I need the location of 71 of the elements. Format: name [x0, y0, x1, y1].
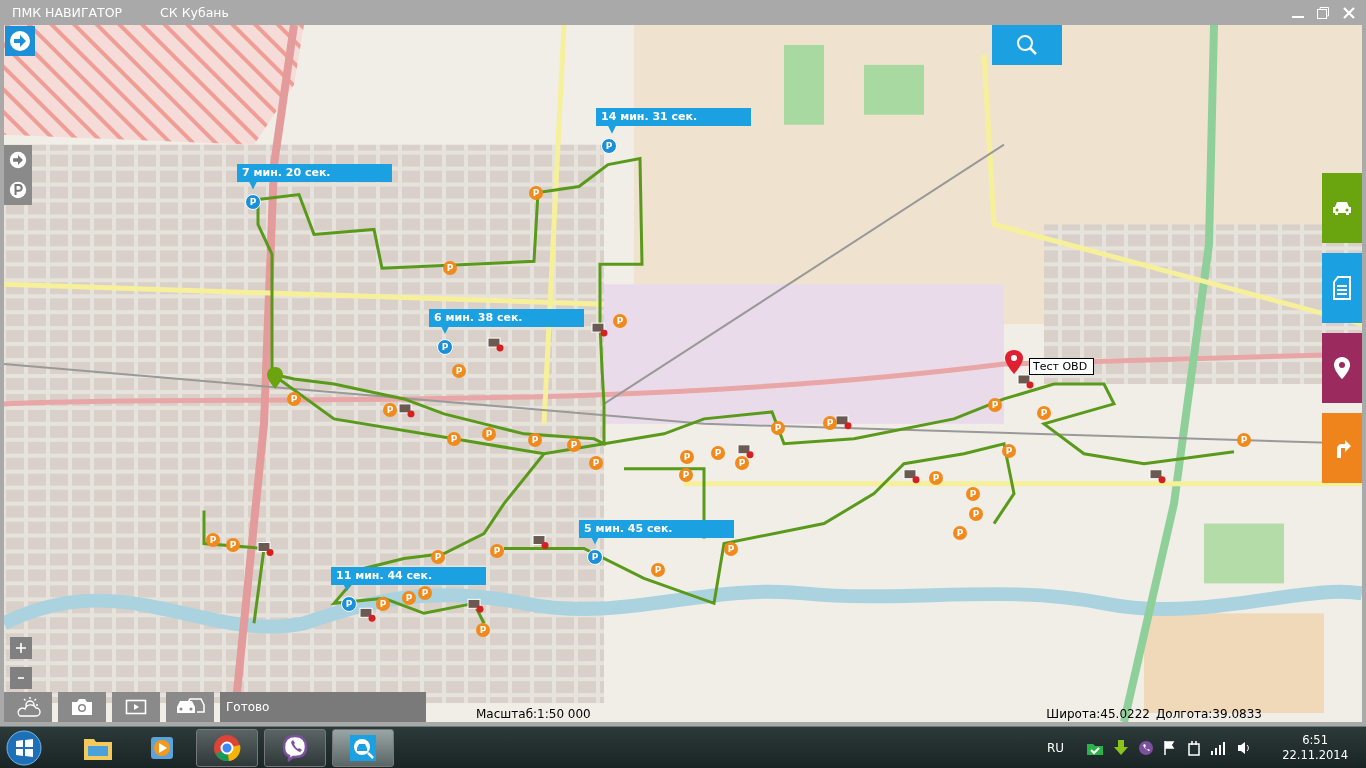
callout-pointer [608, 125, 616, 134]
plus-icon [15, 642, 27, 654]
clock-date[interactable]: 22.11.2014 [1282, 747, 1348, 763]
vehicle-location-pin-icon[interactable] [1005, 350, 1023, 374]
vehicle-icon[interactable] [359, 607, 376, 622]
zoom-in-button[interactable] [10, 637, 32, 659]
map-scale-text: Масштаб:1:50 000 [476, 707, 591, 722]
route-arrow-button[interactable] [9, 151, 27, 169]
vehicle-icon[interactable] [467, 598, 484, 613]
minimize-icon [1292, 15, 1304, 18]
search-button[interactable] [992, 25, 1062, 65]
vehicles-button[interactable] [1322, 173, 1362, 243]
vehicle-icon[interactable] [591, 322, 608, 337]
route-time-label: 14 мин. 31 сек. [596, 108, 751, 126]
phone-bubble-tray-icon[interactable] [1138, 739, 1155, 756]
window-title: ПМК НАВИГАТОР [12, 5, 123, 20]
callout-pointer [249, 181, 257, 190]
latitude-text: Широта:45.0222 [1046, 707, 1150, 721]
camera-button[interactable] [58, 692, 106, 722]
vehicle-icon[interactable] [737, 444, 754, 459]
weather-button[interactable] [4, 692, 52, 722]
download-arrow-icon[interactable] [1112, 738, 1131, 757]
window-subtitle: СК Кубань [160, 5, 229, 20]
vehicle-label: Тест OBD [1029, 358, 1095, 375]
vehicle-icon[interactable] [835, 415, 852, 430]
start-button[interactable] [6, 729, 42, 766]
arrow-circle-icon [9, 30, 31, 52]
route-time-label: 5 мин. 45 сек. [579, 520, 734, 538]
car-search-icon [350, 734, 376, 761]
vehicles-list-button[interactable] [166, 692, 214, 722]
location-button[interactable] [1322, 333, 1362, 403]
vehicle-icon[interactable] [257, 542, 274, 556]
route-time-label: 7 мин. 20 сек. [237, 164, 392, 182]
windows-logo-icon [6, 729, 42, 766]
reports-button[interactable] [1322, 253, 1362, 323]
vehicle-icon[interactable] [1017, 374, 1034, 389]
vehicle-icon[interactable] [487, 337, 504, 352]
car-icon [1331, 200, 1353, 216]
clock-time[interactable]: 6:51 [1302, 732, 1328, 748]
route-time-label: 11 мин. 44 сек. [331, 567, 486, 585]
navigator-taskbar-button[interactable] [332, 728, 394, 767]
longitude-text: Долгота:39.0833 [1155, 707, 1262, 721]
arrow-circle-icon [9, 151, 27, 169]
start-pin-icon[interactable] [267, 367, 283, 389]
messenger-taskbar-button[interactable] [264, 728, 326, 767]
route-time-label: 6 мин. 38 сек. [429, 309, 584, 327]
search-icon [1016, 34, 1038, 56]
two-cars-icon [175, 698, 205, 716]
document-icon [1333, 276, 1351, 300]
map-drawing[interactable] [4, 25, 1362, 722]
camera-icon [71, 698, 93, 716]
navigation-toggle-button[interactable] [5, 26, 35, 56]
route-button[interactable] [1322, 413, 1362, 483]
vehicle-icon[interactable] [1149, 469, 1166, 484]
park-area [864, 64, 924, 115]
vehicle-icon[interactable] [398, 403, 415, 418]
maximize-icon [1316, 5, 1330, 20]
close-icon [1342, 5, 1356, 20]
vehicle-icon[interactable] [532, 535, 549, 549]
phone-bubble-icon [281, 733, 309, 762]
vehicle-icon[interactable] [903, 469, 920, 484]
keyboard-language[interactable]: RU [1047, 740, 1065, 755]
map-pin-icon [1333, 356, 1351, 380]
zoom-out-button[interactable] [10, 667, 32, 689]
browser-icon [213, 733, 241, 762]
video-button[interactable] [112, 692, 160, 722]
parking-icon [9, 181, 27, 199]
play-icon [125, 698, 147, 716]
parking-button[interactable] [9, 181, 27, 199]
status-text: Готово [220, 692, 426, 722]
browser-taskbar-button[interactable] [196, 728, 258, 767]
